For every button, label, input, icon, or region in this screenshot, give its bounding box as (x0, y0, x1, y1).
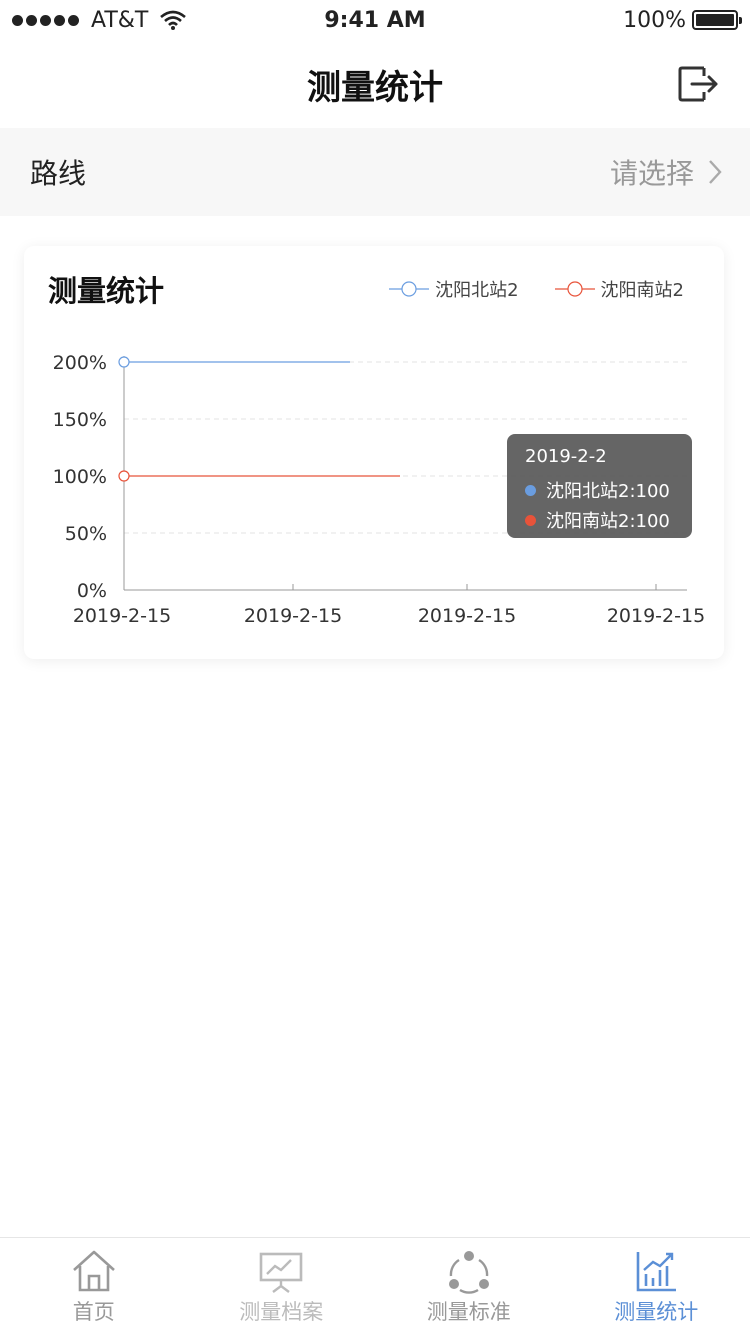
logout-icon[interactable] (674, 60, 722, 108)
y-tick-label: 200% (53, 352, 107, 374)
y-tick-label: 100% (53, 466, 107, 488)
tooltip-text-2: 沈阳南站2:100 (546, 511, 670, 532)
share-nodes-icon (448, 1251, 489, 1294)
tab-label-statistics: 测量统计 (614, 1300, 699, 1324)
series-point-1 (118, 356, 130, 368)
tooltip-row-1: 沈阳北站2:100 (525, 475, 674, 505)
x-tick-label: 2019-2-15 (418, 605, 516, 627)
carrier-label: AT&T (91, 7, 149, 33)
y-tick-label: 0% (77, 580, 107, 602)
presentation-chart-icon (259, 1252, 303, 1293)
route-value-group[interactable]: 请选择 (610, 152, 722, 192)
tooltip-dot-1 (525, 484, 536, 496)
bar-chart-icon (636, 1252, 677, 1292)
route-selector[interactable]: 路线 请选择 (0, 128, 750, 216)
status-right: 100% (498, 7, 742, 33)
tooltip-dot-2 (525, 514, 536, 526)
nav-bar: 测量统计 (0, 40, 750, 128)
battery-percent: 100% (623, 7, 686, 33)
wifi-icon (160, 10, 187, 30)
tab-home[interactable]: 首页 (0, 1238, 188, 1335)
tab-records[interactable]: 测量档案 (188, 1238, 376, 1335)
route-label: 路线 (30, 157, 87, 190)
y-tick-label: 150% (53, 409, 107, 431)
battery-icon (692, 10, 742, 30)
tab-label-home: 首页 (72, 1300, 115, 1324)
status-time: 9:41 AM (324, 7, 426, 33)
chevron-right-icon (709, 160, 722, 184)
signal-icon (12, 14, 79, 26)
y-tick-label: 50% (65, 523, 107, 545)
tab-bar: 首页 测量档案 测量标准 测量统计 (0, 1237, 750, 1335)
x-tick-label: 2019-2-15 (244, 605, 342, 627)
page-title: 测量统计 (307, 67, 443, 108)
status-bar: AT&T 9:41 AM 100% (0, 0, 750, 40)
x-tick-label: 2019-2-15 (607, 605, 705, 627)
tab-standards[interactable]: 测量标准 (375, 1238, 563, 1335)
series-point-2 (118, 470, 130, 482)
x-tick-label: 2019-2-15 (73, 605, 171, 627)
tooltip-date: 2019-2-2 (525, 446, 607, 467)
tooltip-text-1: 沈阳北站2:100 (546, 481, 670, 502)
route-value: 请选择 (609, 157, 694, 190)
tab-label-records: 测量档案 (239, 1300, 324, 1324)
chart-tooltip: 2019-2-2 沈阳北站2:100 沈阳南站2:100 (507, 434, 692, 538)
tab-label-standards: 测量标准 (426, 1300, 511, 1324)
tab-statistics[interactable]: 测量统计 (563, 1238, 750, 1335)
statistics-card: 测量统计 沈阳北站2 沈阳南站2 0% 50% 100% 150% 200% 2019-2… (24, 246, 724, 659)
status-left: AT&T (12, 8, 252, 33)
tooltip-row-2: 沈阳南站2:100 (525, 505, 674, 535)
home-icon (72, 1250, 115, 1292)
